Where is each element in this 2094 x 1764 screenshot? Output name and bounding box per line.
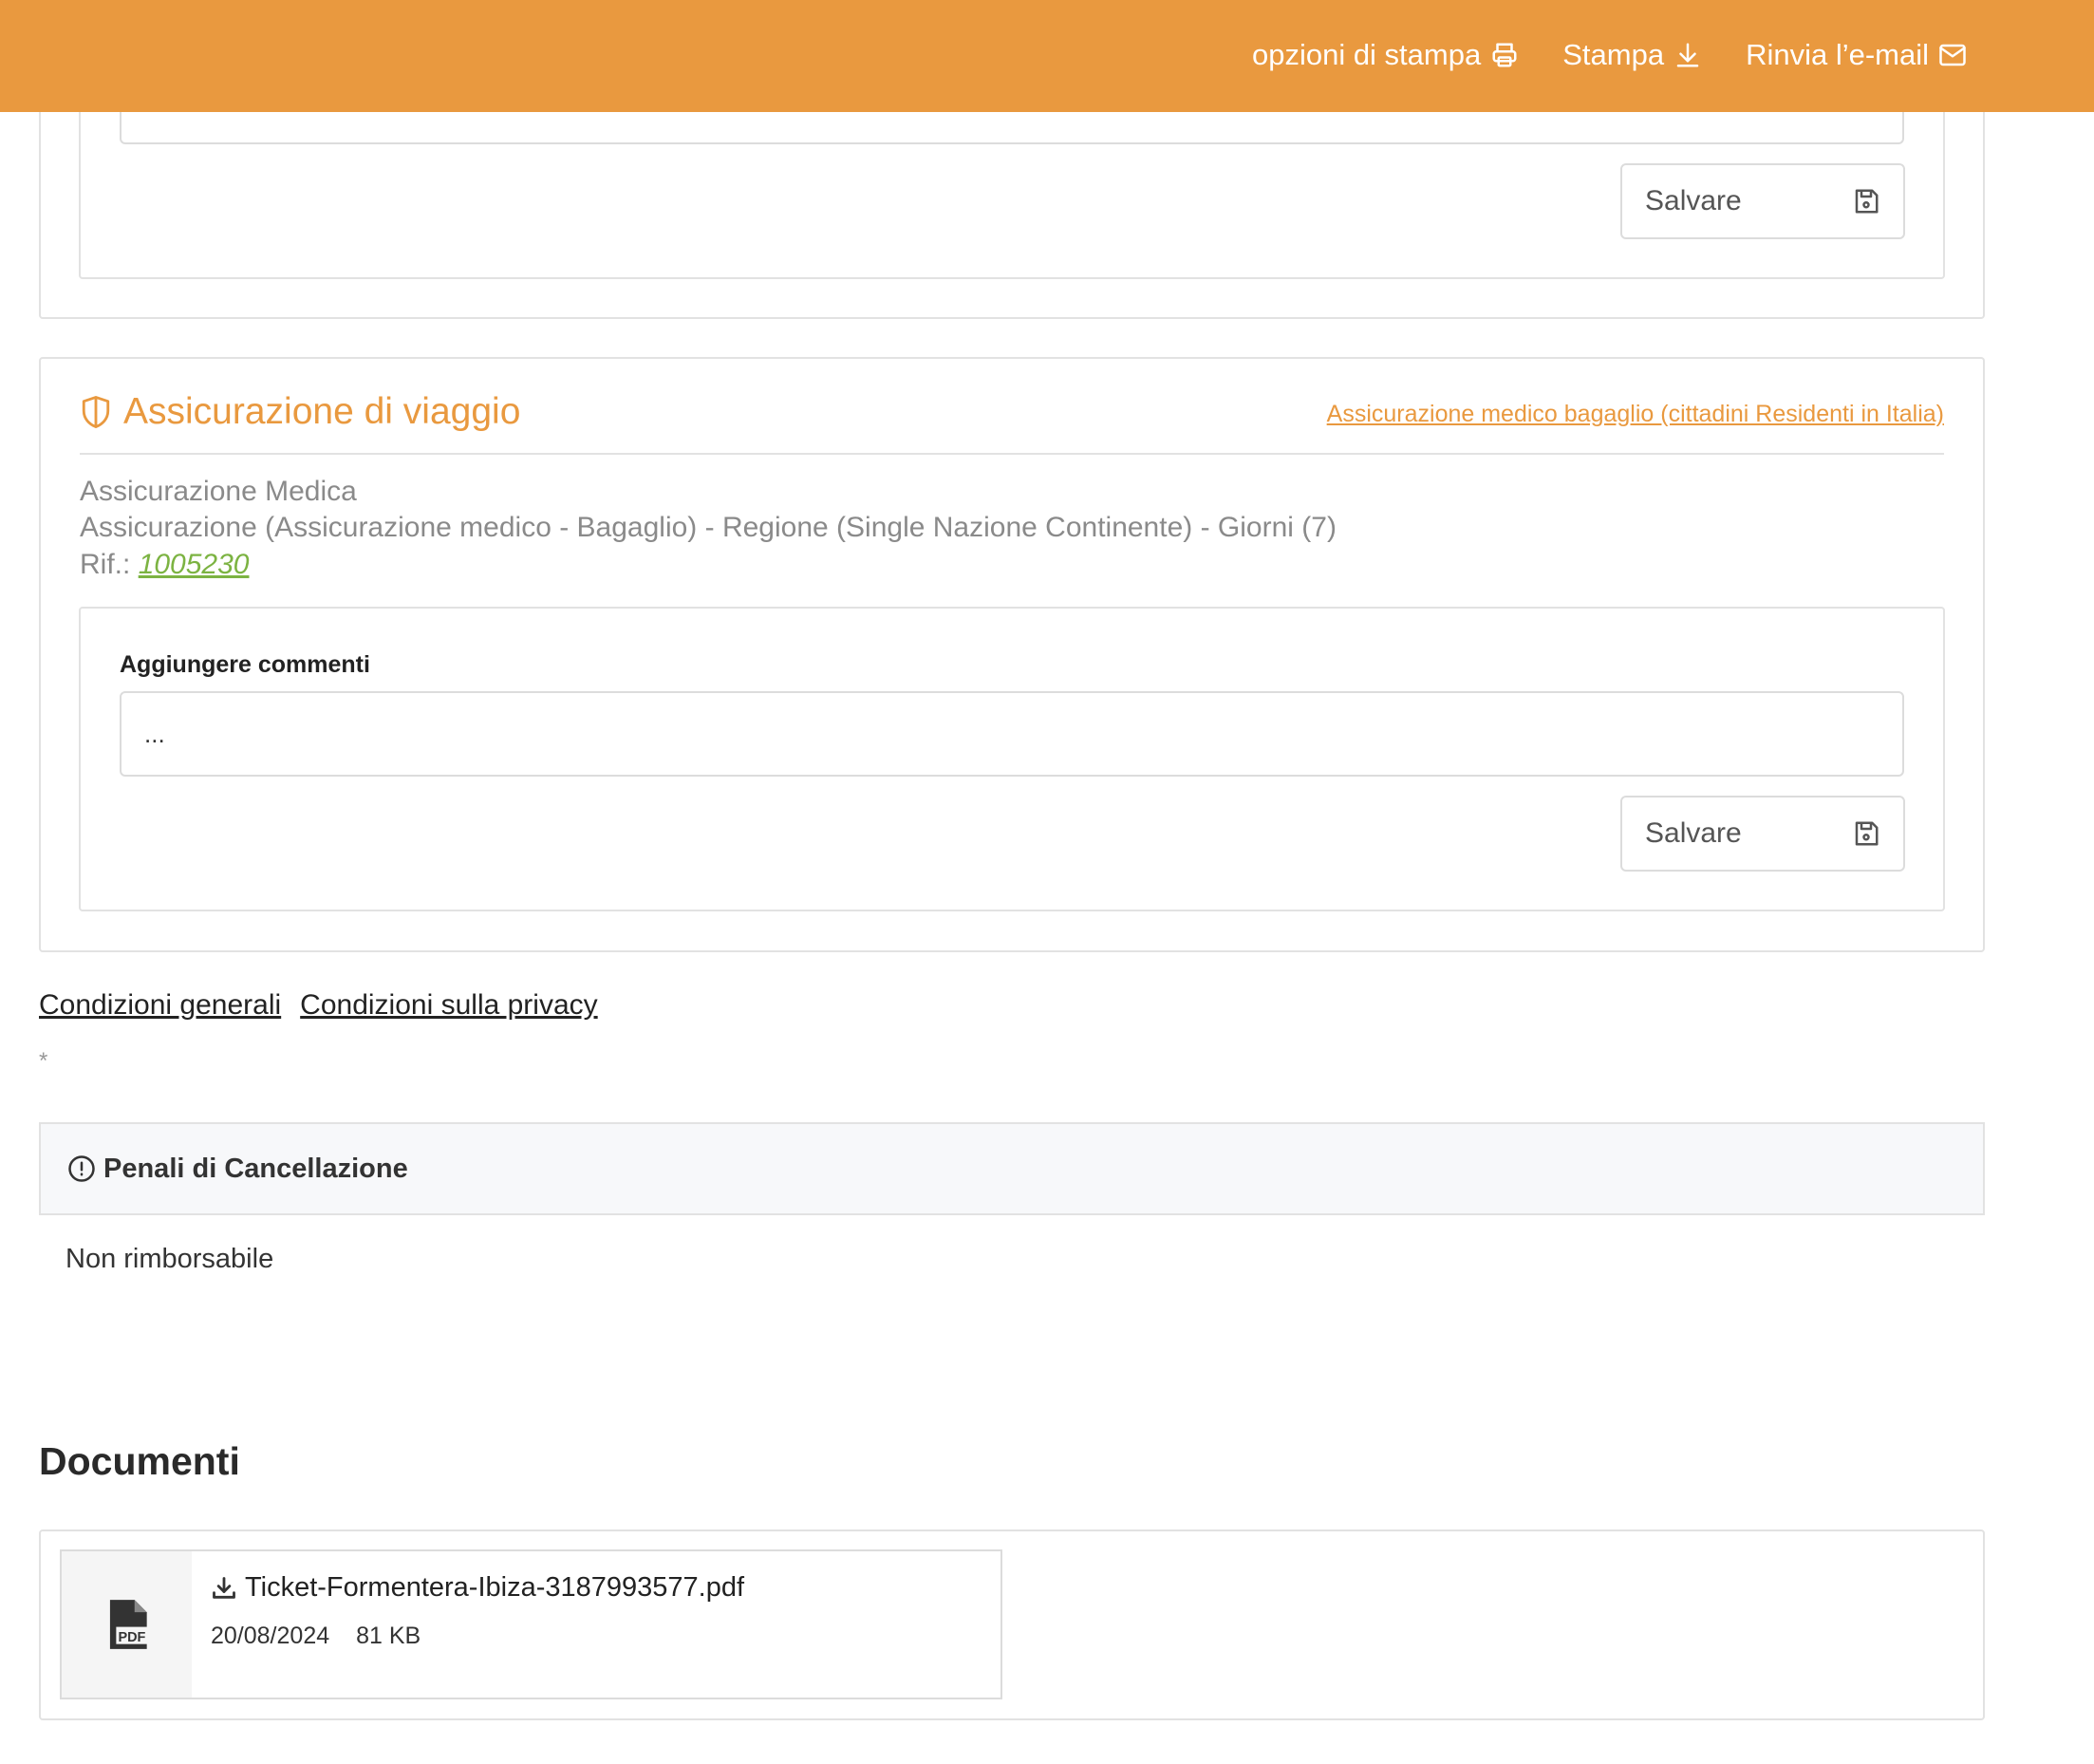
cancellation-text: Non rimborsabile	[65, 1244, 274, 1274]
document-size: 81 KB	[356, 1623, 421, 1649]
document-download-link[interactable]: Ticket-Formentera-Ibiza-3187993577.pdf	[211, 1572, 744, 1604]
insurance-type: Assicurazione Medica	[80, 476, 357, 507]
general-conditions-link[interactable]: Condizioni generali	[39, 989, 281, 1022]
conditions-links: Condizioni generali Condizioni sulla pri…	[39, 989, 598, 1022]
download-icon	[1676, 43, 1699, 67]
comments-label: Aggiungere commenti	[120, 651, 370, 678]
insurance-title-label: Assicurazione di viaggio	[123, 391, 521, 432]
print-label: Stampa	[1562, 38, 1665, 71]
topbar-actions: opzioni di stampa Stampa Rinvia l’e-mail	[1252, 0, 1967, 110]
document-card[interactable]: PDF Ticket-Formentera-Ibiza-3187993577.p…	[60, 1549, 1002, 1699]
document-date: 20/08/2024	[211, 1623, 330, 1649]
resend-email-label: Rinvia l’e-mail	[1746, 38, 1929, 71]
reference-label: Rif.:	[80, 549, 131, 580]
insurance-reference: Rif.: 1005230	[80, 549, 249, 581]
download-icon	[213, 1576, 235, 1599]
save-label: Salvare	[1645, 817, 1742, 849]
pdf-label: PDF	[118, 1630, 145, 1645]
save-label: Salvare	[1645, 185, 1742, 216]
cancellation-header: Penali di Cancellazione	[39, 1122, 1985, 1215]
info-circle-icon	[68, 1155, 95, 1182]
print-options-label: opzioni di stampa	[1251, 38, 1482, 71]
asterisk-note: *	[39, 1048, 48, 1074]
insurance-divider	[80, 453, 1944, 455]
comments-input[interactable]	[120, 691, 1904, 777]
print-options-button[interactable]: opzioni di stampa	[1252, 38, 1519, 72]
privacy-conditions-link[interactable]: Condizioni sulla privacy	[300, 989, 597, 1022]
document-name: Ticket-Formentera-Ibiza-3187993577.pdf	[245, 1572, 745, 1603]
insurance-title: Assicurazione di viaggio	[80, 391, 520, 433]
insurance-save-button[interactable]: Salvare	[1620, 796, 1905, 872]
shield-icon	[82, 395, 110, 428]
previous-save-button[interactable]: Salvare	[1620, 163, 1905, 239]
resend-email-button[interactable]: Rinvia l’e-mail	[1746, 38, 1967, 72]
envelope-icon	[1939, 44, 1966, 66]
floppy-disk-icon	[1855, 189, 1879, 214]
printer-icon	[1492, 43, 1517, 67]
top-bar: opzioni di stampa Stampa Rinvia l’e-mail	[0, 0, 2094, 112]
pdf-file-icon: PDF	[109, 1600, 148, 1649]
pdf-thumbnail: PDF	[62, 1551, 192, 1698]
cancellation-title: Penali di Cancellazione	[103, 1153, 408, 1184]
documents-title: Documenti	[39, 1439, 240, 1483]
reference-link[interactable]: 1005230	[139, 549, 250, 580]
document-meta: 20/08/2024 81 KB	[211, 1623, 744, 1650]
insurance-description: Assicurazione (Assicurazione medico - Ba…	[80, 512, 1337, 543]
print-button[interactable]: Stampa	[1562, 38, 1702, 72]
insurance-policy-link[interactable]: Assicurazione medico bagaglio (cittadini…	[1327, 401, 1944, 428]
floppy-disk-icon	[1855, 821, 1879, 846]
document-info: Ticket-Formentera-Ibiza-3187993577.pdf 2…	[192, 1551, 763, 1698]
